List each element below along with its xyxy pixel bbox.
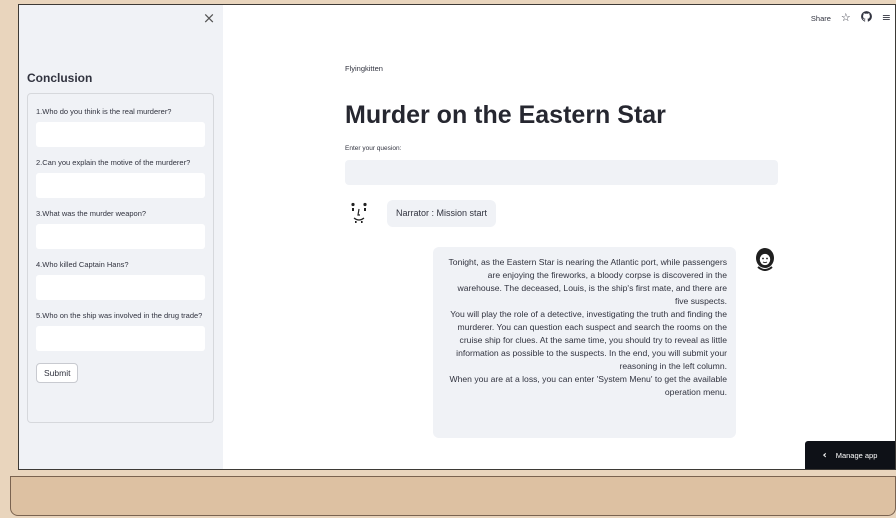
narrator-avatar-icon [347,201,371,227]
chevron-left-icon: ‹ [822,449,827,461]
manage-app-label: Manage app [835,450,878,460]
question-label-4: 4.Who killed Captain Hans? [36,260,129,269]
question-label-1: 1.Who do you think is the real murderer? [36,107,172,116]
answer-field-4[interactable] [36,275,205,300]
answer-field-1[interactable] [36,122,205,147]
question-input-label: Enter your quesion: [345,145,402,152]
submit-button[interactable]: Submit [36,363,79,383]
app-window: × Conclusion 1.Who do you think is the r… [18,4,896,470]
question-input[interactable] [345,160,778,185]
answer-field-3[interactable] [36,224,205,249]
detective-avatar-icon [754,247,776,271]
author-label: Flyingkitten [345,64,383,73]
sidebar-heading: Conclusion [27,71,93,85]
narrator-message: Narrator : Mission start [387,200,497,227]
answer-field-2[interactable] [36,173,205,198]
answer-field-5[interactable] [36,326,205,351]
question-label-3: 3.What was the murder weapon? [36,209,147,218]
story-message: Tonight, as the Eastern Star is nearing … [433,247,736,438]
close-sidebar-icon[interactable]: × [201,9,217,27]
question-label-5: 5.Who on the ship was involved in the dr… [36,311,203,320]
question-label-2: 2.Can you explain the motive of the murd… [36,158,191,167]
page-title: Murder on the Eastern Star [345,101,666,129]
sidebar: × Conclusion 1.Who do you think is the r… [19,5,223,469]
decorative-frame [10,476,896,516]
manage-app-button[interactable]: ‹ Manage app [805,441,895,469]
main-content: Flyingkitten Murder on the Eastern Star … [223,5,895,469]
conclusion-form: 1.Who do you think is the real murderer?… [27,93,214,423]
